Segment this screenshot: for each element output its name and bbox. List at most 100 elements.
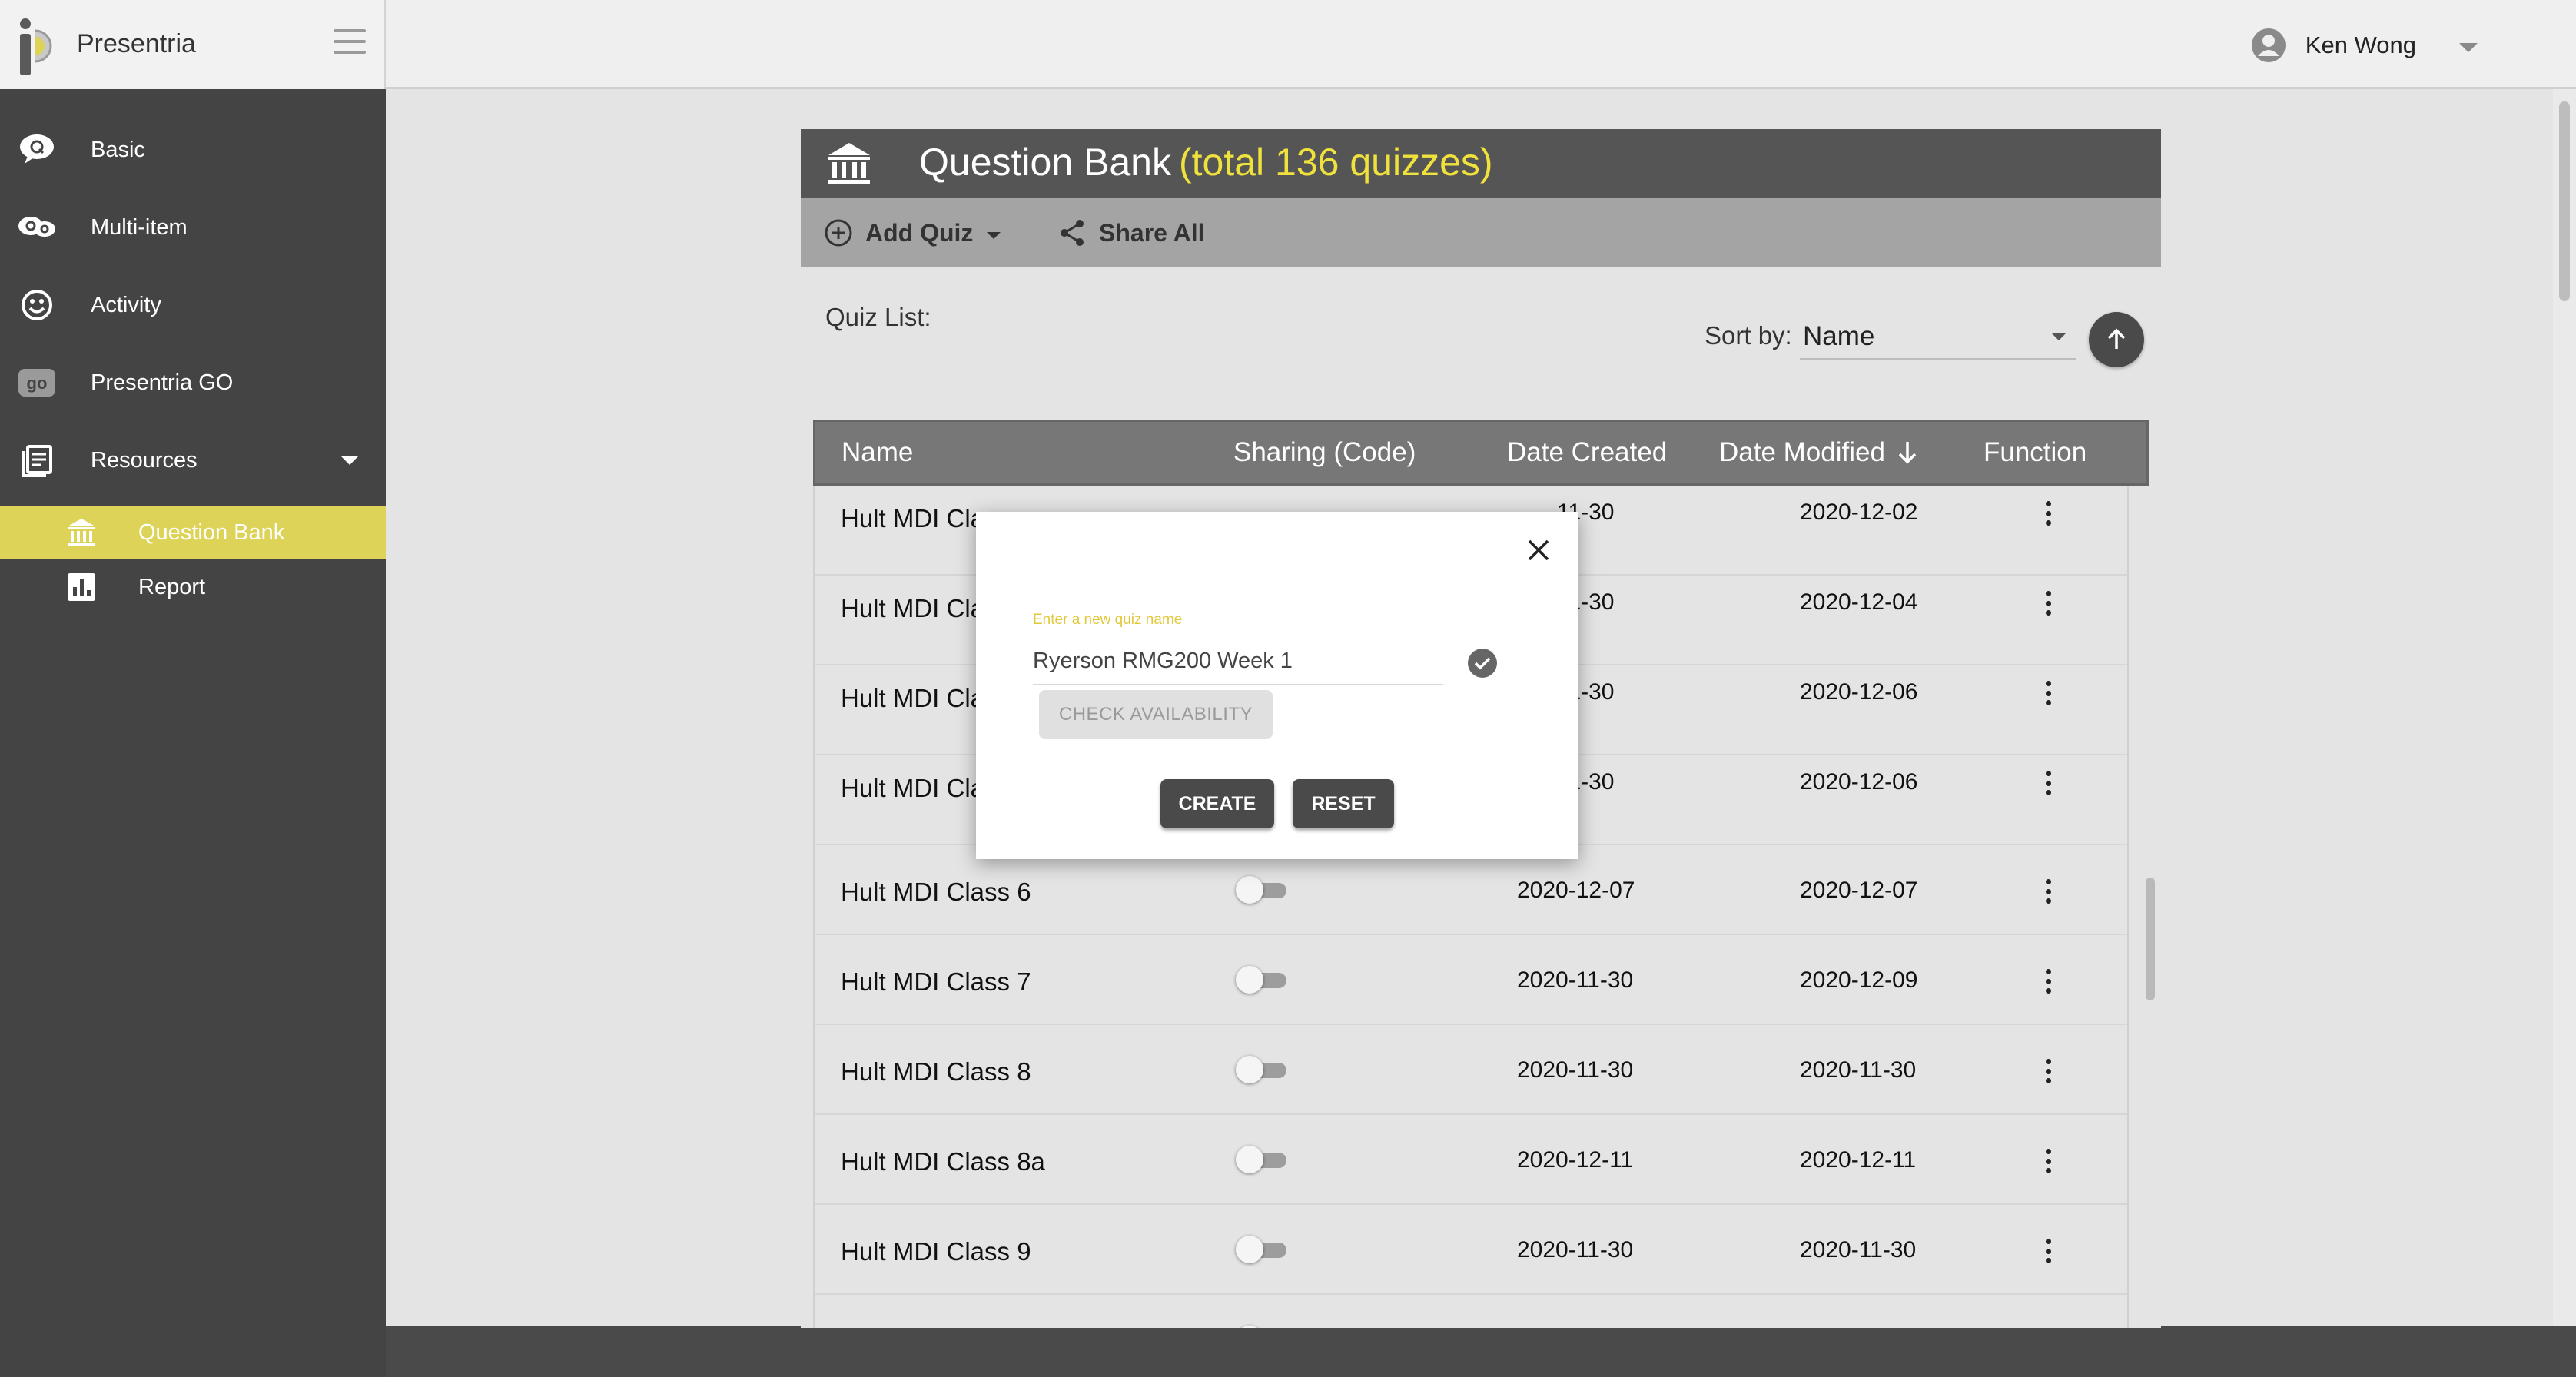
sidebar-item-report[interactable]: Report bbox=[0, 560, 386, 614]
column-header-name[interactable]: Name bbox=[842, 437, 913, 468]
sharing-toggle[interactable] bbox=[1236, 966, 1288, 994]
close-icon[interactable] bbox=[1526, 538, 1551, 562]
new-quiz-dialog: Enter a new quiz name Ryerson RMG200 Wee… bbox=[976, 512, 1578, 859]
quiz-name[interactable]: Hult MDI Class 6 bbox=[841, 878, 1031, 907]
table-row: Hult MDI Class 8 2020-11-30 2020-11-30 bbox=[815, 1025, 2127, 1115]
kebab-dot bbox=[2045, 879, 2051, 884]
column-header-function: Function bbox=[1983, 437, 2087, 467]
toggle-knob bbox=[1236, 1326, 1263, 1328]
footer-bar bbox=[386, 1326, 2576, 1377]
row-menu-button[interactable] bbox=[2037, 588, 2060, 619]
sidebar-item-activity[interactable]: Activity bbox=[0, 278, 386, 332]
quiz-name[interactable]: Hult MDI Cla bbox=[841, 774, 984, 803]
column-header-date-modified[interactable]: Date Modified bbox=[1719, 437, 1920, 468]
check-availability-button[interactable]: CHECK AVAILABILITY bbox=[1039, 690, 1273, 739]
quiz-name[interactable]: Hult MDI Class 9 bbox=[841, 1237, 1031, 1266]
sidebar-item-question-bank[interactable]: Question Bank bbox=[0, 506, 386, 559]
column-header-sharing[interactable]: Sharing (Code) bbox=[1233, 437, 1416, 468]
quiz-name[interactable]: Hult MDI Cla bbox=[841, 504, 984, 533]
toggle-knob bbox=[1236, 876, 1263, 904]
card-header: Question Bank (total 136 quizzes) bbox=[801, 129, 2161, 198]
book-stack-icon bbox=[22, 445, 52, 477]
add-quiz-button[interactable]: Add Quiz bbox=[824, 215, 1001, 251]
kebab-dot bbox=[2045, 700, 2051, 705]
row-menu-button[interactable] bbox=[2037, 498, 2060, 529]
sharing-toggle[interactable] bbox=[1236, 1146, 1288, 1173]
sharing-toggle[interactable] bbox=[1236, 1056, 1288, 1083]
sidebar-item-label: Activity bbox=[91, 292, 161, 317]
hamburger-icon-bar bbox=[334, 40, 366, 43]
row-menu-button[interactable] bbox=[2037, 966, 2060, 997]
expand-caret-icon[interactable] bbox=[341, 456, 358, 465]
page-scrollbar[interactable] bbox=[2553, 89, 2576, 1326]
date-modified: 2020-12-02 bbox=[1800, 499, 1918, 525]
quiz-name-input[interactable]: Ryerson RMG200 Week 1 bbox=[1033, 644, 1443, 685]
table-row: Hult MDI Class 8a 2020-12-11 2020-12-11 bbox=[815, 1115, 2127, 1205]
user-dropdown-caret-icon[interactable] bbox=[2459, 43, 2478, 52]
sort-direction-button[interactable] bbox=[2089, 312, 2144, 367]
row-menu-button[interactable] bbox=[2037, 1236, 2060, 1266]
toggle-knob bbox=[1236, 1146, 1263, 1173]
row-menu-button[interactable] bbox=[2037, 1146, 2060, 1176]
row-menu-button[interactable] bbox=[2037, 876, 2060, 907]
speech-bubble-q-icon bbox=[20, 134, 54, 164]
sharing-toggle[interactable] bbox=[1236, 1326, 1288, 1328]
arrow-down-icon bbox=[1898, 442, 1917, 464]
reset-button[interactable]: RESET bbox=[1293, 779, 1394, 828]
sidebar-item-label: Resources bbox=[91, 447, 198, 473]
kebab-dot bbox=[2045, 898, 2051, 904]
menu-toggle-button[interactable] bbox=[334, 29, 366, 54]
column-header-date-created[interactable]: Date Created bbox=[1507, 437, 1667, 468]
quiz-name[interactable]: Hult MDI Cla bbox=[841, 594, 984, 623]
table-row: Hult MDI Class 7 2020-11-30 2020-12-09 bbox=[815, 935, 2127, 1025]
quiz-name[interactable]: Hult MDI Class 7 bbox=[841, 967, 1031, 997]
sort-by-select[interactable]: Name bbox=[1800, 314, 2076, 360]
svg-text:go: go bbox=[27, 373, 48, 393]
sort-by-value: Name bbox=[1803, 321, 1875, 351]
page-title: Question Bank (total 136 quizzes) bbox=[919, 140, 1493, 184]
page-title-text: Question Bank bbox=[919, 141, 1171, 184]
date-modified: 2020-12-11 bbox=[1800, 1147, 1917, 1173]
row-menu-button[interactable] bbox=[2037, 1326, 2060, 1328]
date-created: 2020-11-30 bbox=[1517, 1057, 1634, 1083]
date-created: 2020-11-30 bbox=[1517, 967, 1634, 993]
sidebar-item-basic[interactable]: Basic bbox=[0, 123, 386, 177]
share-all-button[interactable]: Share All bbox=[1057, 215, 1205, 251]
bank-icon bbox=[68, 519, 95, 546]
page-scrollbar-thumb[interactable] bbox=[2559, 101, 2570, 301]
sidebar-item-resources[interactable]: Resources bbox=[0, 433, 386, 487]
date-modified: 2020-11-30 bbox=[1800, 1057, 1917, 1083]
kebab-dot bbox=[2045, 790, 2051, 795]
kebab-dot bbox=[2045, 780, 2051, 786]
check-circle-icon bbox=[1468, 649, 1497, 678]
kebab-dot bbox=[2045, 771, 2051, 776]
table-scrollbar-thumb[interactable] bbox=[2146, 878, 2155, 1000]
row-menu-button[interactable] bbox=[2037, 1056, 2060, 1087]
quiz-total-count: (total 136 quizzes) bbox=[1178, 141, 1493, 184]
quiz-name[interactable]: Hult MDI Cla bbox=[841, 684, 984, 713]
sharing-toggle[interactable] bbox=[1236, 876, 1288, 904]
table-row: Hult MDI Class 9 2020-11-30 2020-11-30 bbox=[815, 1205, 2127, 1295]
quiz-name[interactable]: Hult MDI Class 8 bbox=[841, 1057, 1031, 1087]
date-created: 2020-12-07 bbox=[1517, 878, 1635, 903]
kebab-dot bbox=[2045, 1168, 2051, 1173]
quiz-name-field-label: Enter a new quiz name bbox=[1033, 612, 1183, 628]
sharing-toggle[interactable] bbox=[1236, 1236, 1288, 1263]
user-menu[interactable]: Ken Wong bbox=[2250, 26, 2478, 65]
row-menu-button[interactable] bbox=[2037, 768, 2060, 798]
kebab-dot bbox=[2045, 501, 2051, 506]
kebab-dot bbox=[2045, 591, 2051, 596]
sidebar-item-multi-item[interactable]: Multi-item bbox=[0, 201, 386, 254]
kebab-dot bbox=[2045, 600, 2051, 606]
table-scrollbar[interactable] bbox=[2141, 486, 2159, 1328]
quiz-name[interactable]: Hult MDI Class 8a bbox=[841, 1147, 1045, 1176]
toggle-knob bbox=[1236, 966, 1263, 994]
share-all-label: Share All bbox=[1099, 218, 1205, 247]
go-icon: go bbox=[18, 369, 55, 397]
user-name: Ken Wong bbox=[2305, 32, 2416, 58]
kebab-dot bbox=[2045, 1059, 2051, 1064]
row-menu-button[interactable] bbox=[2037, 678, 2060, 708]
table-row: 2020-12-12 2020-12-12 bbox=[815, 1295, 2127, 1328]
create-button[interactable]: CREATE bbox=[1160, 779, 1274, 828]
sidebar-item-presentria-go[interactable]: go Presentria GO bbox=[0, 356, 386, 410]
